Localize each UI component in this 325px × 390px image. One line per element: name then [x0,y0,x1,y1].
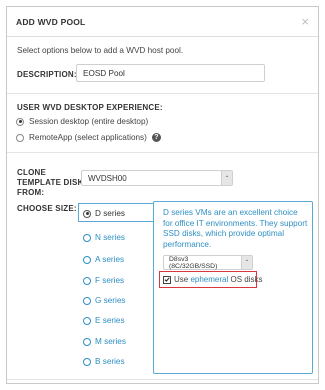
series-label: F series [95,276,125,285]
description-value: EOSD Pool [83,68,125,78]
series-label: M series [95,337,126,346]
series-label: A series [95,255,125,264]
radio-a-series[interactable] [83,255,91,264]
radio-g-series[interactable] [83,296,91,305]
series-option-d[interactable]: D series [83,209,125,218]
close-icon[interactable]: × [301,15,309,28]
ephemeral-option[interactable]: Use ephemeral OS disks [163,275,263,284]
clone-label-line: TEMPLATE DISK [17,178,84,187]
dialog-header: ADD WVD POOL × [7,7,318,37]
chevron-icon[interactable]: ⌃ [241,256,252,269]
radio-f-series[interactable] [83,276,91,285]
ephemeral-link[interactable]: ephemeral [190,275,228,284]
ephemeral-prefix: Use [174,275,191,284]
description-label: DESCRIPTION: [17,70,77,79]
experience-option-remoteapp[interactable]: RemoteApp (select applications) ? [16,133,161,142]
add-wvd-pool-dialog: ADD WVD POOL × Select options below to a… [6,6,319,384]
series-label: E series [95,316,125,325]
help-icon[interactable]: ? [151,133,161,142]
series-description: D series VMs are an excellent choice for… [163,208,308,249]
series-option-f[interactable]: F series [83,276,124,285]
series-option-n[interactable]: N series [83,233,125,242]
radio-b-series[interactable] [83,357,91,366]
series-option-a[interactable]: A series [83,255,124,264]
intro-text: Select options below to add a WVD host p… [17,46,184,55]
clone-label-line: CLONE [17,168,46,177]
divider [7,93,318,94]
ephemeral-suffix: OS disks [228,275,263,284]
radio-remoteapp[interactable] [16,133,24,142]
experience-option-session[interactable]: Session desktop (entire desktop) [16,117,148,126]
ephemeral-checkbox[interactable] [163,275,171,284]
experience-option-label: RemoteApp (select applications) [29,133,147,142]
divider [7,379,318,380]
clone-template-label: CLONE TEMPLATE DISK FROM: [17,168,83,198]
series-label: G series [95,296,126,305]
clone-label-line: FROM: [17,188,45,197]
series-label: D series [95,209,126,218]
series-option-b[interactable]: B series [83,357,125,366]
choose-size-label: CHOOSE SIZE: [17,204,77,213]
divider [7,152,318,153]
radio-d-series[interactable] [83,209,91,218]
radio-m-series[interactable] [83,337,91,346]
series-option-g[interactable]: G series [83,296,125,305]
radio-n-series[interactable] [83,233,91,242]
check-icon [164,277,170,282]
dialog-title: ADD WVD POOL [16,16,86,27]
description-input[interactable]: EOSD Pool [76,64,265,82]
clone-template-value: WVDSH00 [88,173,127,183]
radio-e-series[interactable] [83,316,91,325]
radio-session-desktop[interactable] [16,117,24,126]
vm-size-select[interactable]: D8sv3 (8C/32GB/SSD) ⌃ [163,255,253,270]
ephemeral-label: Use ephemeral OS disks [174,275,263,284]
clone-template-select[interactable]: WVDSH00 ⌃ [81,170,233,186]
series-label: N series [95,233,126,242]
series-option-m[interactable]: M series [83,337,126,346]
vm-size-value: D8sv3 (8C/32GB/SSD) [169,255,218,270]
experience-label: USER WVD DESKTOP EXPERIENCE: [17,103,163,112]
series-label: B series [95,357,125,366]
chevron-icon[interactable]: ⌃ [221,171,232,185]
experience-option-label: Session desktop (entire desktop) [29,117,149,126]
series-option-e[interactable]: E series [83,316,125,325]
